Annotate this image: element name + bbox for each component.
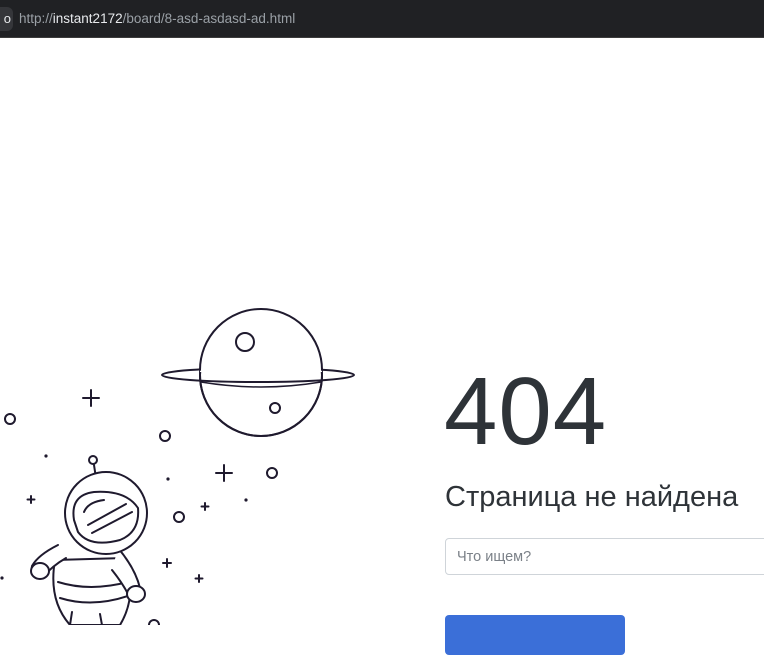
url-scheme: http:// xyxy=(19,11,53,26)
url-field[interactable]: http://instant2172/board/8-asd-asdasd-ad… xyxy=(19,0,295,38)
astronaut-planet-illustration xyxy=(0,308,355,625)
search-input[interactable] xyxy=(445,538,764,575)
url-host: instant2172 xyxy=(52,11,123,26)
search-button[interactable] xyxy=(445,615,625,655)
url-path: /board/8-asd-asdasd-ad.html xyxy=(122,11,296,26)
page-title: Страница не найдена xyxy=(445,481,739,513)
astronaut-icon xyxy=(30,455,148,625)
planet-icon xyxy=(161,308,355,437)
browser-address-bar: o http://instant2172/board/8-asd-asdasd-… xyxy=(0,0,764,38)
browser-tab-edge[interactable]: o xyxy=(0,7,13,31)
error-code: 404 xyxy=(444,358,608,465)
